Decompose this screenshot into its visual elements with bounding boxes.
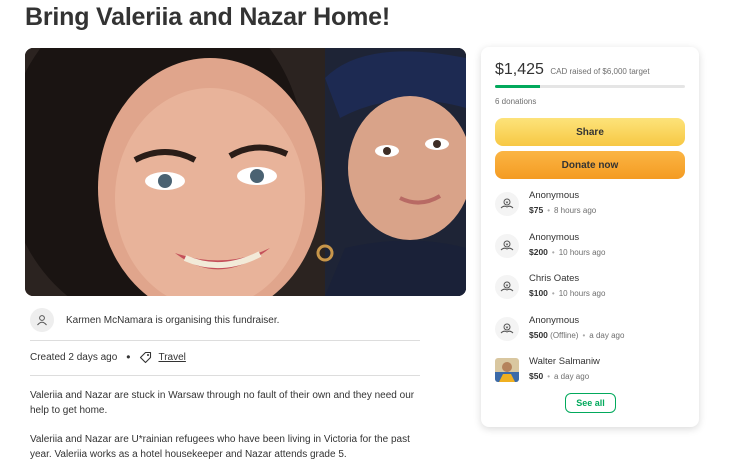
donate-now-button[interactable]: Donate now xyxy=(495,151,685,179)
raised-summary: $1,425 CAD raised of $6,000 target xyxy=(495,61,650,79)
tag-icon xyxy=(139,351,152,364)
hero-image xyxy=(25,48,466,296)
raised-target: CAD raised of $6,000 target xyxy=(550,67,650,76)
raised-amount: $1,425 xyxy=(495,61,544,78)
donation-amount: $50 xyxy=(529,371,544,381)
progress-fill xyxy=(495,85,541,88)
donation-note: (Offline) xyxy=(550,331,579,340)
donation-amount: $200 xyxy=(529,247,548,257)
donor-name: Walter Salmaniw xyxy=(529,356,600,367)
donor-name: Anonymous xyxy=(529,315,580,326)
donation-amount: $100 xyxy=(529,288,548,298)
story-paragraph: Valeriia and Nazar are U*rainian refugee… xyxy=(30,434,410,460)
created-date: Created 2 days ago xyxy=(30,351,118,363)
donor-hands-icon xyxy=(495,275,519,299)
donation-amount: $75 xyxy=(529,205,544,215)
donor-hands-icon xyxy=(495,234,519,258)
hero-photo-illustration xyxy=(25,48,466,296)
donor-name: Anonymous xyxy=(529,232,580,243)
donation-amount: $500 xyxy=(529,330,548,340)
page-title: Bring Valeriia and Nazar Home! xyxy=(25,3,390,31)
donation-card: $1,425 CAD raised of $6,000 target 6 don… xyxy=(481,47,699,427)
story-paragraph: Valeriia and Nazar are stuck in Warsaw t… xyxy=(30,390,415,416)
donation-time: 8 hours ago xyxy=(554,206,597,215)
organiser-text: Karmen McNamara is organising this fundr… xyxy=(66,314,280,326)
user-icon xyxy=(30,308,54,332)
donation-time: a day ago xyxy=(554,372,590,381)
donor-hands-icon xyxy=(495,192,519,216)
see-all-button[interactable]: See all xyxy=(565,393,616,413)
donation-time: a day ago xyxy=(589,331,625,340)
divider xyxy=(30,340,420,341)
donation-item: Anonymous $75 • 8 hours ago xyxy=(495,190,685,226)
story-text: Valeriia and Nazar are stuck in Warsaw t… xyxy=(30,388,430,469)
donation-time: 10 hours ago xyxy=(558,248,606,257)
donor-name: Anonymous xyxy=(529,190,580,201)
donation-item: Anonymous $200 • 10 hours ago xyxy=(495,232,685,268)
donor-hands-icon xyxy=(495,317,519,341)
meta-row: Created 2 days ago • Travel xyxy=(30,348,186,366)
progress-bar xyxy=(495,85,685,88)
donation-count: 6 donations xyxy=(495,97,537,106)
divider xyxy=(30,375,420,376)
donation-time: 10 hours ago xyxy=(558,289,606,298)
meta-separator: • xyxy=(126,350,131,364)
category-link-travel[interactable]: Travel xyxy=(158,352,185,363)
share-button[interactable]: Share xyxy=(495,118,685,146)
donor-name: Chris Oates xyxy=(529,273,580,284)
donor-photo xyxy=(495,358,519,382)
organiser-row: Karmen McNamara is organising this fundr… xyxy=(30,306,420,334)
donation-item: Chris Oates $100 • 10 hours ago xyxy=(495,273,685,309)
donation-item: Anonymous $500 (Offline) • a day ago xyxy=(495,315,685,351)
donation-item: Walter Salmaniw $50 • a day ago xyxy=(495,356,685,392)
